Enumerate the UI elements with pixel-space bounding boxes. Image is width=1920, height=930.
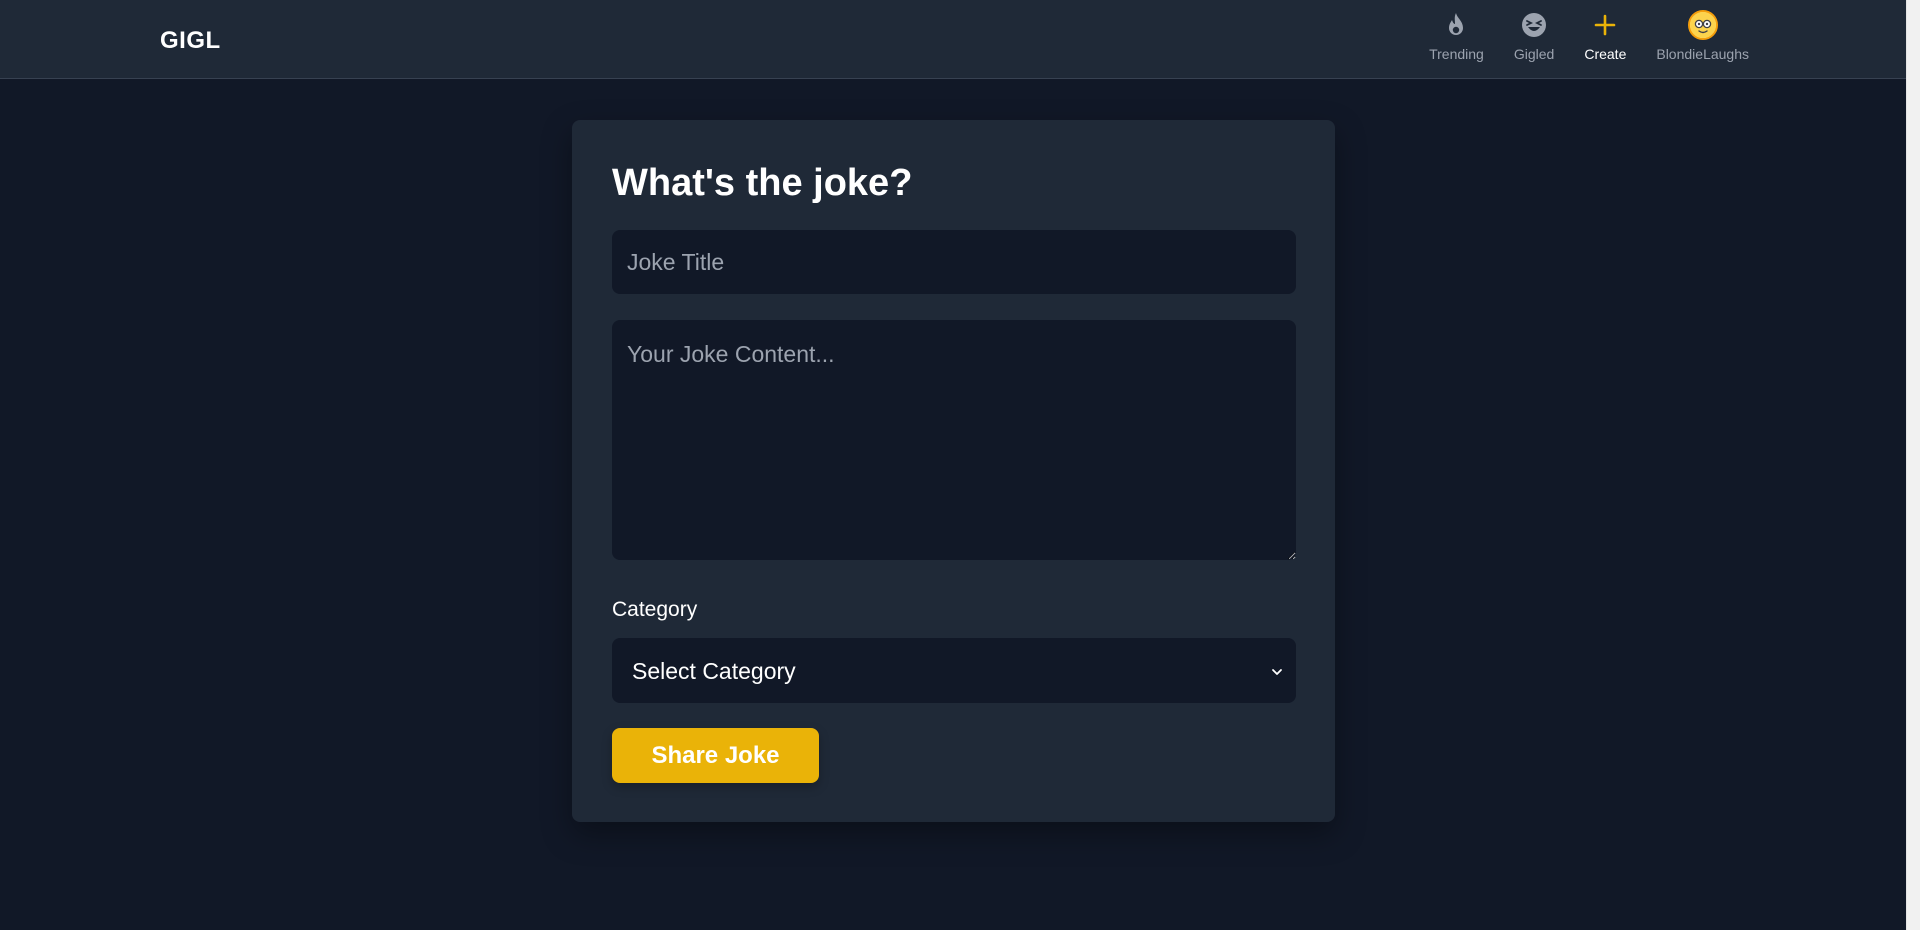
nav-label-gigled: Gigled <box>1513 46 1555 62</box>
share-joke-button[interactable]: Share Joke <box>612 728 819 783</box>
joke-content-textarea[interactable] <box>612 320 1296 560</box>
plus-icon <box>1590 10 1620 40</box>
app-viewport: GIGL Trending Gigled Create BlondieLaugh… <box>0 0 1906 930</box>
category-select-value: Select Category <box>632 658 796 684</box>
page-title: What's the joke? <box>612 162 913 204</box>
chevron-down-icon <box>1270 664 1284 682</box>
joke-title-input[interactable] <box>612 230 1296 294</box>
flame-icon <box>1441 10 1471 40</box>
create-joke-card: What's the joke? Category Select Categor… <box>572 120 1335 822</box>
avatar-icon <box>1687 10 1718 40</box>
category-select[interactable]: Select Category <box>612 638 1296 703</box>
avatar-wrapper <box>1687 10 1718 40</box>
nav-label-create: Create <box>1584 46 1627 62</box>
nav-item-trending[interactable]: Trending <box>1429 10 1484 63</box>
nav-item-profile[interactable]: BlondieLaughs <box>1656 10 1749 63</box>
nav-label-profile: BlondieLaughs <box>1656 46 1749 62</box>
top-navbar: GIGL Trending Gigled Create BlondieLaugh… <box>0 0 1906 79</box>
app-logo[interactable]: GIGL <box>160 27 221 55</box>
nav-item-gigled[interactable]: Gigled <box>1514 10 1554 63</box>
page-scrollbar[interactable] <box>1906 0 1920 930</box>
nav-label-trending: Trending <box>1429 46 1484 62</box>
main-nav: Trending Gigled Create BlondieLaughs <box>1399 10 1749 63</box>
nav-item-create[interactable]: Create <box>1584 10 1626 63</box>
category-label: Category <box>612 598 698 621</box>
laughing-face-icon <box>1519 10 1549 40</box>
